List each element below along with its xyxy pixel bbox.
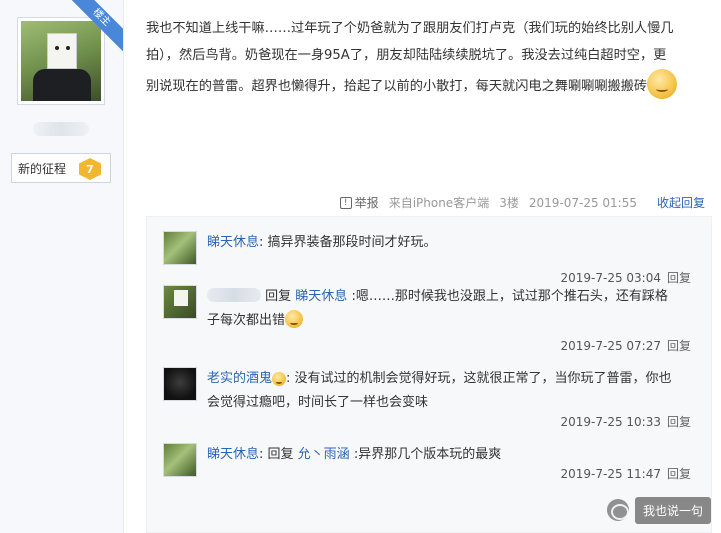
reply-content: 睇天休息: 搞异界装备那段时间才好玩。 xyxy=(207,235,437,250)
reply-time: 2019-7-25 11:47 xyxy=(560,467,661,481)
warning-icon: ! xyxy=(339,196,352,209)
level-badge[interactable]: 新的征程 7 xyxy=(11,153,111,183)
poster-username-blurred[interactable] xyxy=(33,122,89,136)
level-number: 7 xyxy=(79,158,101,180)
reply-item: 老实的酒鬼: 没有试过的机制会觉得好玩，这就很正常了，当你玩了普雷，你也 会觉得… xyxy=(163,367,697,443)
reply-meta: 2019-7-25 03:04 回复 xyxy=(560,269,691,286)
watermark: 我也说一句 xyxy=(606,495,711,525)
reply-author-blurred[interactable] xyxy=(207,288,261,302)
reply-target[interactable]: 睇天休息 xyxy=(295,289,347,304)
reply-author[interactable]: 睇天休息 xyxy=(207,235,259,250)
reply-author[interactable]: 老实的酒鬼 xyxy=(207,371,272,386)
reply-button[interactable]: 回复 xyxy=(667,467,691,481)
reply-time: 2019-7-25 03:04 xyxy=(560,271,661,285)
reply-time: 2019-7-25 10:33 xyxy=(560,415,661,429)
reply-content: 老实的酒鬼: 没有试过的机制会觉得好玩，这就很正常了，当你玩了普雷，你也 会觉得… xyxy=(207,371,672,410)
post-line: 别说现在的普雷。超界也懒得升，拾起了以前的小散打，每天就闪电之舞唰唰唰搬搬砖 xyxy=(146,69,712,101)
user-sidebar: 楼主 新的征程 7 xyxy=(0,0,124,533)
reply-item: 睇天休息: 搞异界装备那段时间才好玩。 2019-7-25 03:04 回复 xyxy=(163,231,697,285)
floor-number: 3楼 xyxy=(499,196,519,210)
client-source: 来自iPhone客户端 xyxy=(388,196,490,210)
collapse-replies-link[interactable]: 收起回复 xyxy=(657,194,705,211)
post-content: 我也不知道上线干嘛……过年玩了个奶爸就为了跟朋友们打卢克（我们玩的始终比别人慢几… xyxy=(146,16,712,101)
comment-prompt[interactable]: 我也说一句 xyxy=(634,496,711,524)
post-line: 我也不知道上线干嘛……过年玩了个奶爸就为了跟朋友们打卢克（我们玩的始终比别人慢几 xyxy=(146,21,674,36)
emoji-icon xyxy=(285,310,304,328)
post-time: 2019-07-25 01:55 xyxy=(528,195,637,210)
smile-emoji-icon xyxy=(647,69,678,99)
post-line: 拍），然后鸟背。奶爸现在一身95A了，朋友却陆陆续续脱坑了。我没去过纯白超时空，… xyxy=(146,47,667,63)
reply-button[interactable]: 回复 xyxy=(667,339,691,353)
reply-item: 回复 睇天休息 :嗯……那时候我也没跟上，试过那个推石头，还有踩格 子每次都出错… xyxy=(163,285,697,359)
level-title: 新的征程 xyxy=(18,161,67,176)
reply-button[interactable]: 回复 xyxy=(667,415,691,429)
reply-avatar[interactable] xyxy=(163,443,197,477)
reply-author[interactable]: 睇天休息 xyxy=(207,447,259,462)
reply-meta: 2019-7-25 10:33 回复 xyxy=(560,413,691,430)
reply-meta: 2019-7-25 07:27 回复 xyxy=(560,337,691,354)
reply-avatar[interactable] xyxy=(163,367,197,401)
app-logo-icon xyxy=(606,499,629,521)
beer-emoji-icon xyxy=(272,372,287,386)
reply-avatar[interactable] xyxy=(163,231,197,265)
reply-avatar[interactable] xyxy=(163,285,197,319)
reply-list: 睇天休息: 搞异界装备那段时间才好玩。 2019-7-25 03:04 回复 回复… xyxy=(146,216,712,533)
reply-button[interactable]: 回复 xyxy=(667,271,691,285)
owner-badge: 楼主 xyxy=(67,0,123,52)
reply-meta: 2019-7-25 11:47 回复 xyxy=(560,465,691,482)
reply-target[interactable]: 允丶雨涵 xyxy=(298,447,350,462)
reply-content: 睇天休息: 回复 允丶雨涵 :异界那几个版本玩的最爽 xyxy=(207,447,502,462)
reply-time: 2019-7-25 07:27 xyxy=(560,339,661,353)
report-link[interactable]: ! 举报 xyxy=(339,194,379,211)
reply-content: 回复 睇天休息 :嗯……那时候我也没跟上，试过那个推石头，还有踩格 子每次都出错 xyxy=(207,288,668,328)
post-meta: ! 举报 来自iPhone客户端 3楼 2019-07-25 01:55 收起回复 xyxy=(339,194,705,211)
owner-ribbon: 楼主 xyxy=(67,0,123,56)
reply-item: 睇天休息: 回复 允丶雨涵 :异界那几个版本玩的最爽 2019-7-25 11:… xyxy=(163,443,697,499)
